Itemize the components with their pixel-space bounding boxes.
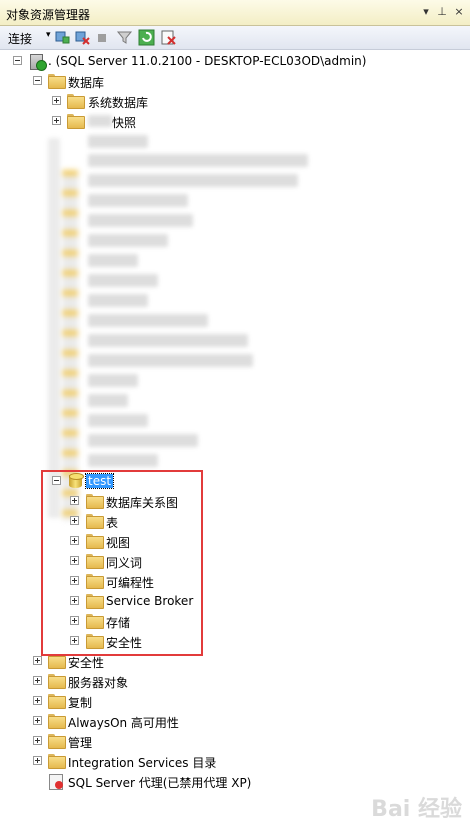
redacted-db-name [88, 394, 128, 407]
redacted-db-name [88, 154, 308, 167]
tree-label: 管理 [68, 736, 93, 750]
panel-title-bar: 对象资源管理器 ▾ ⊥ × [0, 0, 470, 26]
redacted-toggles [48, 138, 60, 518]
tree-label: 服务器对象 [68, 676, 129, 690]
tree-node-system-databases[interactable]: 系统数据库 [0, 91, 300, 111]
redacted-db-name [88, 454, 158, 467]
tree-node-server[interactable]: . (SQL Server 11.0.2100 - DESKTOP-ECL03O… [0, 51, 468, 71]
expand-toggle-icon[interactable] [33, 716, 42, 725]
expand-toggle-icon[interactable] [52, 96, 61, 105]
redacted-db-name [88, 374, 138, 387]
collapse-toggle-icon[interactable] [13, 56, 22, 65]
stop-icon[interactable] [94, 29, 111, 46]
tree-label: SQL Server 代理(已禁用代理 XP) [68, 776, 252, 790]
connect-button[interactable]: 连接 [8, 30, 32, 47]
tree-label: 复制 [68, 696, 93, 710]
filter-icon[interactable] [116, 29, 133, 46]
snapshots-label: 快照 [112, 116, 137, 130]
redacted-db-name [88, 434, 198, 447]
folder-icon [48, 74, 66, 89]
tree-node-replication[interactable]: 复制 [0, 691, 300, 711]
tree-node-snapshots[interactable]: 快照 [0, 111, 300, 131]
server-icon [28, 52, 47, 71]
tree-node-integration-services[interactable]: Integration Services 目录 [0, 751, 300, 771]
folder-icon [48, 734, 66, 749]
redacted-db-name [88, 135, 148, 148]
toolbar: 连接 ▾ [0, 26, 470, 50]
tree-node-sql-agent[interactable]: SQL Server 代理(已禁用代理 XP) [0, 771, 320, 791]
highlight-annotation [41, 470, 203, 656]
tree-node-alwayson[interactable]: AlwaysOn 高可用性 [0, 711, 300, 731]
pin-icon[interactable]: ⊥ [435, 5, 449, 19]
expand-toggle-icon[interactable] [33, 696, 42, 705]
watermark: Bai 经验 [371, 797, 462, 822]
panel-title: 对象资源管理器 [6, 8, 91, 22]
connect-dropdown-icon[interactable]: ▾ [46, 30, 51, 40]
redacted-db-name [88, 254, 138, 267]
redacted-db-name [88, 194, 188, 207]
collapse-toggle-icon[interactable] [33, 76, 42, 85]
redacted-db-name [88, 354, 253, 367]
system-databases-label: 系统数据库 [88, 96, 149, 110]
folder-icon [48, 674, 66, 689]
connect-object-explorer-icon[interactable] [54, 29, 71, 46]
folder-icon [48, 754, 66, 769]
redacted-db-name [88, 234, 168, 247]
redacted-db-name [88, 174, 298, 187]
redacted-db-name [88, 414, 148, 427]
server-label: . (SQL Server 11.0.2100 - DESKTOP-ECL03O… [48, 54, 367, 68]
refresh-icon[interactable] [138, 29, 155, 46]
tree-node-databases[interactable]: 数据库 [0, 71, 300, 91]
window-position-dropdown-icon[interactable]: ▾ [419, 5, 433, 19]
expand-toggle-icon[interactable] [33, 656, 42, 665]
folder-icon [67, 114, 85, 129]
databases-label: 数据库 [68, 76, 105, 90]
tree-node-server-objects[interactable]: 服务器对象 [0, 671, 300, 691]
expand-toggle-icon[interactable] [33, 676, 42, 685]
redacted-db-name [88, 314, 208, 327]
object-explorer-tree: . (SQL Server 11.0.2100 - DESKTOP-ECL03O… [0, 50, 468, 837]
redacted-db-name [88, 214, 193, 227]
disconnect-icon[interactable] [74, 29, 91, 46]
redacted-db-name [88, 334, 248, 347]
redacted-region [88, 115, 112, 127]
tree-label: 安全性 [68, 656, 105, 670]
redacted-database-icons [62, 170, 78, 520]
folder-icon [48, 714, 66, 729]
tree-label: AlwaysOn 高可用性 [68, 716, 179, 730]
expand-toggle-icon[interactable] [33, 756, 42, 765]
activity-monitor-icon[interactable] [160, 29, 177, 46]
tree-node-management[interactable]: 管理 [0, 731, 300, 751]
agent-icon [48, 773, 63, 790]
redacted-db-name [88, 294, 148, 307]
folder-icon [48, 694, 66, 709]
expand-toggle-icon[interactable] [52, 116, 61, 125]
tree-label: Integration Services 目录 [68, 756, 217, 770]
redacted-db-name [88, 274, 158, 287]
close-icon[interactable]: × [452, 5, 466, 19]
expand-toggle-icon[interactable] [33, 736, 42, 745]
folder-icon [67, 94, 85, 109]
